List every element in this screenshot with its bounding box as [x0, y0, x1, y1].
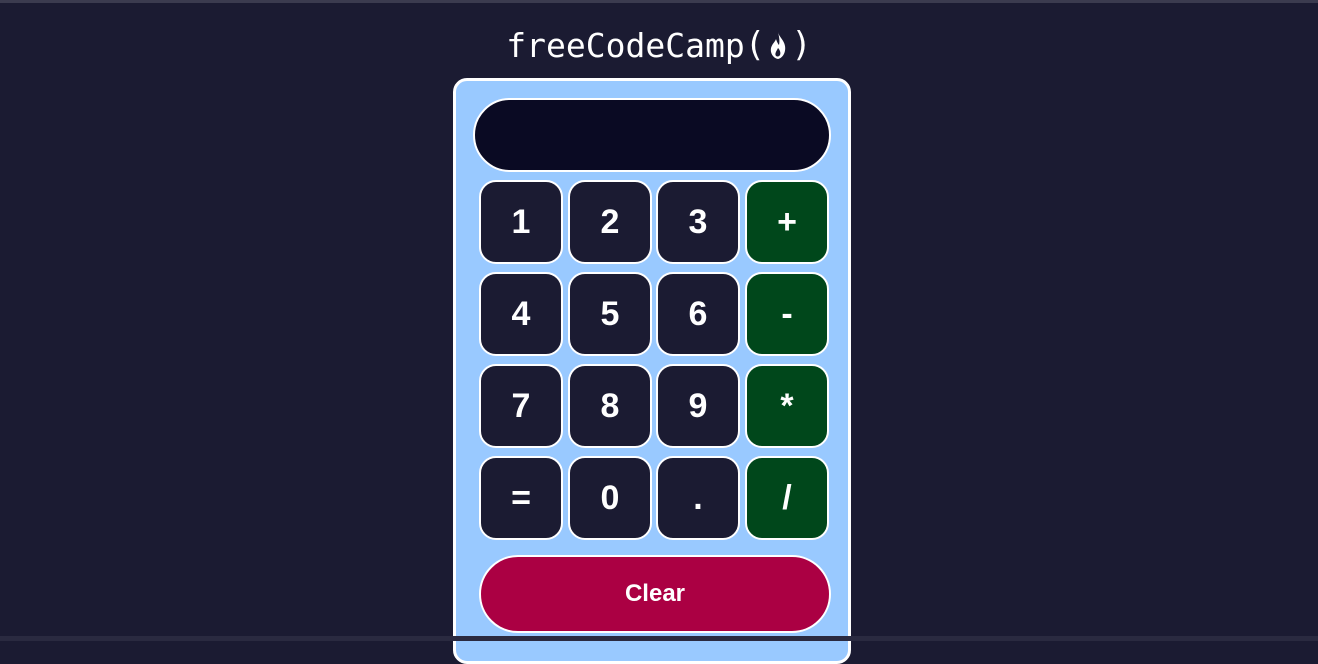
digit-6-button[interactable]: 6	[656, 272, 740, 356]
calculator-display	[473, 98, 831, 172]
equals-button[interactable]: =	[479, 456, 563, 540]
brand-paren-close: )	[791, 25, 812, 65]
window-bottom-strip	[0, 636, 1318, 641]
digit-0-button[interactable]: 0	[568, 456, 652, 540]
brand-text: freeCodeCamp	[506, 25, 745, 65]
clear-button[interactable]: Clear	[479, 555, 831, 633]
page-header: freeCodeCamp ( )	[0, 24, 1318, 66]
digit-8-button[interactable]: 8	[568, 364, 652, 448]
digit-9-button[interactable]: 9	[656, 364, 740, 448]
digit-4-button[interactable]: 4	[479, 272, 563, 356]
digit-7-button[interactable]: 7	[479, 364, 563, 448]
digit-2-button[interactable]: 2	[568, 180, 652, 264]
digit-5-button[interactable]: 5	[568, 272, 652, 356]
divide-button[interactable]: /	[745, 456, 829, 540]
digit-3-button[interactable]: 3	[656, 180, 740, 264]
calculator: 1 2 3 +4 5 6- 7 8 9 * = 0. / Clear	[453, 78, 851, 664]
decimal-button[interactable]: .	[656, 456, 740, 540]
freecodecamp-logo[interactable]: freeCodeCamp ( )	[506, 25, 811, 65]
digit-1-button[interactable]: 1	[479, 180, 563, 264]
flame-icon	[766, 30, 790, 60]
add-button[interactable]: +	[745, 180, 829, 264]
multiply-button[interactable]: *	[745, 364, 829, 448]
window-top-strip	[0, 0, 1318, 3]
brand-paren-open: (	[744, 25, 766, 65]
subtract-button[interactable]: -	[745, 272, 829, 356]
